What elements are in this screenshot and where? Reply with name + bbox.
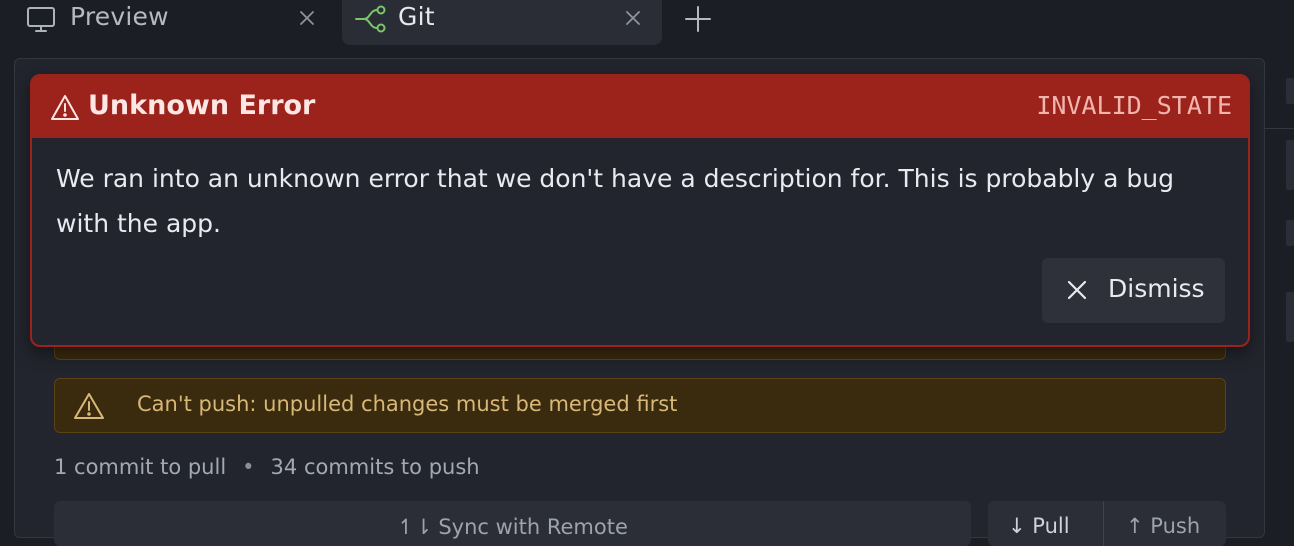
- add-tab-icon[interactable]: [684, 5, 712, 37]
- separator: •: [242, 455, 255, 479]
- divider: [1265, 128, 1294, 129]
- error-code: INVALID_STATE: [1036, 91, 1232, 120]
- close-icon[interactable]: [624, 9, 642, 31]
- side-scrollbar-segment: [1286, 220, 1294, 246]
- pull-button[interactable]: ↓ Pull: [1008, 514, 1070, 538]
- sync-label: Sync with Remote: [438, 515, 628, 539]
- tab-preview[interactable]: Preview: [14, 0, 336, 45]
- side-scrollbar-segment: [1286, 140, 1294, 190]
- close-icon[interactable]: [298, 9, 316, 31]
- push-warning-banner: Can't push: unpulled changes must be mer…: [54, 378, 1226, 433]
- warning-icon: [73, 391, 105, 425]
- monitor-icon: [26, 4, 56, 38]
- pull-count: 1 commit to pull: [54, 455, 227, 479]
- alert-triangle-icon: [50, 94, 80, 126]
- dismiss-button[interactable]: Dismiss: [1042, 258, 1225, 323]
- sync-icon: ↿⇂: [397, 515, 433, 539]
- arrow-up-icon: ↑: [1126, 514, 1144, 538]
- git-branch-icon: [354, 4, 388, 38]
- close-icon: [1066, 279, 1088, 305]
- pull-push-group: ↓ Pull ↑ Push: [988, 501, 1226, 546]
- pull-label: Pull: [1032, 514, 1070, 538]
- sync-with-remote-button[interactable]: ↿⇂ Sync with Remote: [54, 501, 971, 546]
- side-scrollbar-segment: [1286, 78, 1294, 104]
- error-message: We ran into an unknown error that we don…: [56, 164, 1174, 238]
- error-header: Unknown Error INVALID_STATE: [32, 76, 1248, 138]
- commit-status: 1 commit to pull • 34 commits to push: [54, 455, 480, 479]
- arrow-down-icon: ↓: [1008, 514, 1026, 538]
- tab-label: Preview: [70, 2, 169, 31]
- push-label: Push: [1150, 514, 1201, 538]
- tab-label: Git: [398, 2, 435, 31]
- tab-git[interactable]: Git: [342, 0, 662, 45]
- dismiss-label: Dismiss: [1108, 274, 1205, 303]
- side-scrollbar-segment: [1286, 292, 1294, 342]
- error-dialog: Unknown Error INVALID_STATE We ran into …: [30, 74, 1250, 347]
- warning-text: Can't push: unpulled changes must be mer…: [137, 392, 678, 416]
- divider: [1103, 501, 1104, 546]
- push-count: 34 commits to push: [270, 455, 480, 479]
- error-title: Unknown Error: [88, 90, 316, 121]
- push-button[interactable]: ↑ Push: [1126, 514, 1200, 538]
